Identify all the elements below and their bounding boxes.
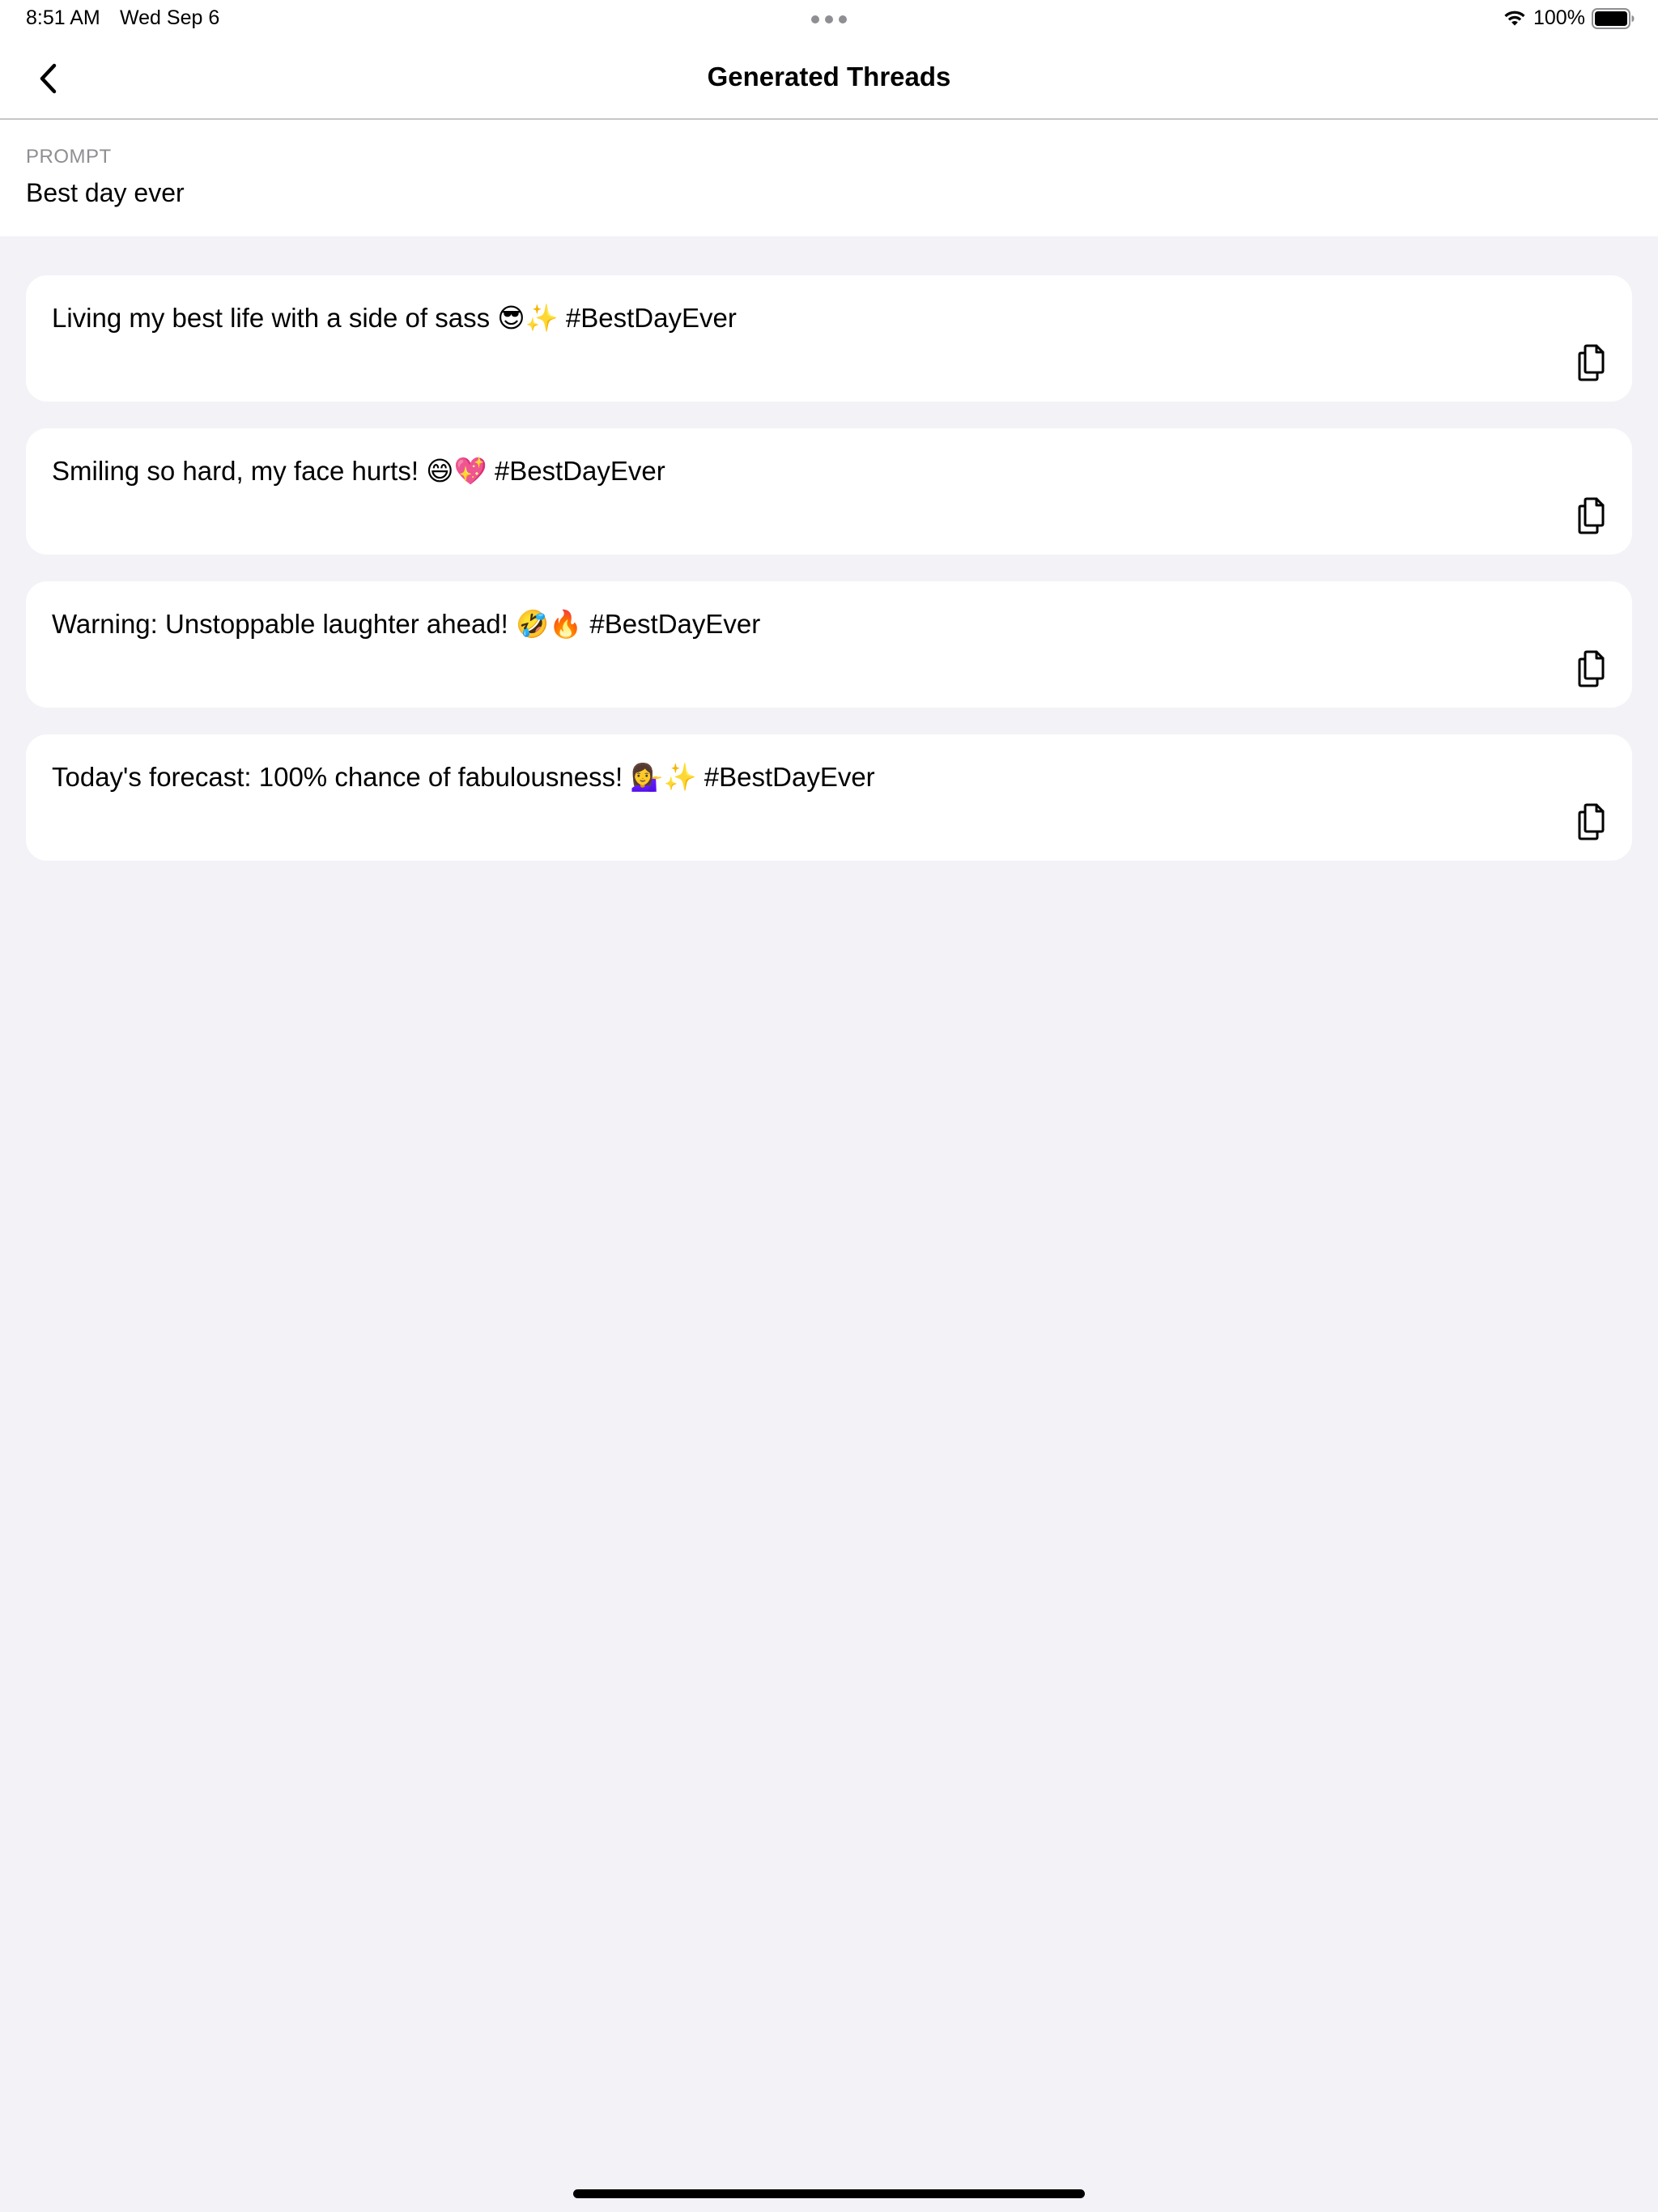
prompt-value: Best day ever [26,178,185,207]
copy-button[interactable] [1572,648,1611,690]
copy-icon [1578,497,1605,534]
thread-text: Living my best life with a side of sass … [52,303,737,333]
thread-text: Today's forecast: 100% chance of fabulou… [52,762,875,792]
threads-list: Living my best life with a side of sass … [26,275,1632,887]
battery-icon [1592,8,1635,29]
copy-icon [1578,650,1605,687]
thread-card: Today's forecast: 100% chance of fabulou… [26,734,1632,861]
status-bar: 8:51 AM Wed Sep 6 100% [0,0,1658,39]
copy-icon [1578,803,1605,840]
wifi-icon [1504,11,1525,26]
copy-button[interactable] [1572,342,1611,384]
page-title: Generated Threads [707,62,951,91]
status-time: 8:51 AM [26,6,100,29]
copy-button[interactable] [1572,801,1611,843]
thread-card: Smiling so hard, my face hurts! 😄💖 #Best… [26,428,1632,555]
copy-button[interactable] [1572,495,1611,537]
prompt-label: PROMPT [26,146,112,168]
multitasking-dots-icon[interactable] [811,15,847,23]
copy-icon [1578,344,1605,381]
thread-card: Living my best life with a side of sass … [26,275,1632,402]
thread-text: Warning: Unstoppable laughter ahead! 🤣🔥 … [52,609,761,639]
prompt-section: PROMPT Best day ever [0,120,1658,236]
thread-card: Warning: Unstoppable laughter ahead! 🤣🔥 … [26,581,1632,708]
thread-text: Smiling so hard, my face hurts! 😄💖 #Best… [52,456,665,486]
battery-percent: 100% [1533,6,1585,29]
status-date: Wed Sep 6 [120,6,220,29]
home-indicator[interactable] [573,2189,1085,2198]
navigation-bar: Generated Threads [0,39,1658,120]
